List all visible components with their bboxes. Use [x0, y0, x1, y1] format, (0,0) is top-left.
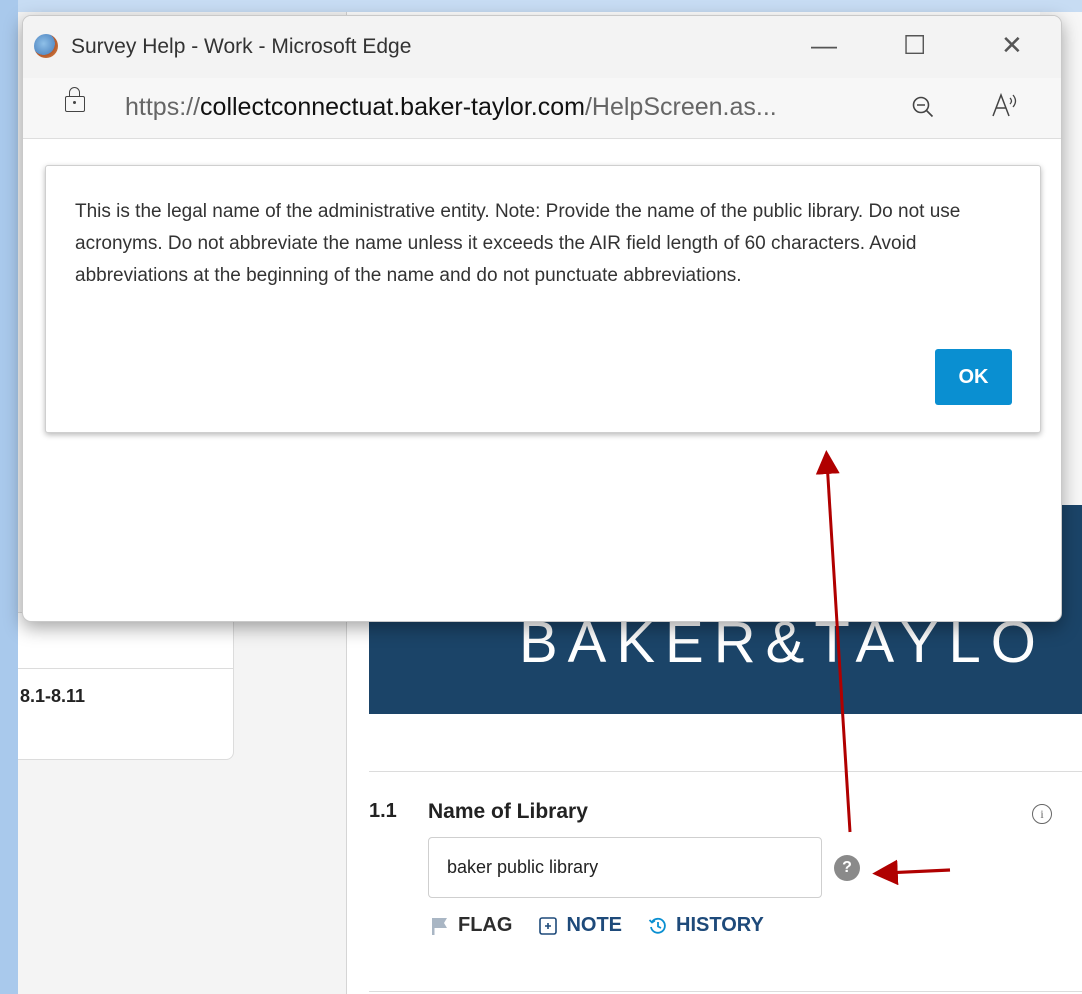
url-host: collectconnectuat.baker-taylor.com [200, 93, 585, 121]
section-divider-bottom [369, 991, 1082, 992]
sidebar-section-label[interactable]: 8.1-8.11 [20, 686, 85, 707]
close-button[interactable]: ✕ [1001, 30, 1023, 61]
info-icon[interactable]: i [1032, 804, 1052, 824]
read-aloud-glyph [992, 92, 1017, 117]
window-title: Survey Help - Work - Microsoft Edge [71, 35, 412, 58]
flag-icon [432, 917, 447, 935]
question-title: Name of Library [428, 800, 588, 823]
section-divider-top [369, 771, 1082, 772]
lock-icon[interactable] [65, 87, 85, 112]
history-icon [648, 917, 666, 934]
read-aloud-icon[interactable] [991, 92, 1021, 125]
note-icon [539, 916, 558, 935]
ok-button[interactable]: OK [935, 349, 1012, 405]
background-window-strip [0, 0, 1082, 12]
zoom-out-glyph [912, 96, 934, 118]
flag-label: FLAG [458, 914, 513, 936]
url-protocol: https:// [125, 93, 201, 121]
url-path: /HelpScreen.as... [584, 93, 777, 121]
background-left-edge [0, 0, 18, 994]
help-message: This is the legal name of the administra… [75, 201, 961, 286]
url-text[interactable]: https://collectconnectuat.baker-taylor.c… [125, 93, 777, 122]
history-label: HISTORY [676, 914, 764, 936]
zoom-out-icon[interactable] [911, 95, 935, 126]
question-actions: FLAG NOTE HISTORY [430, 914, 764, 937]
note-label: NOTE [566, 914, 622, 936]
question-number: 1.1 [369, 800, 397, 822]
help-icon[interactable]: ? [834, 855, 860, 881]
minimize-button[interactable]: — [811, 30, 837, 61]
window-titlebar[interactable]: Survey Help - Work - Microsoft Edge — ☐ … [23, 16, 1061, 78]
help-dialog: This is the legal name of the administra… [45, 165, 1041, 433]
address-bar[interactable]: https://collectconnectuat.baker-taylor.c… [23, 78, 1061, 139]
flag-button[interactable]: FLAG [430, 914, 512, 937]
library-name-input[interactable] [428, 837, 822, 898]
maximize-button[interactable]: ☐ [903, 30, 926, 61]
edge-app-icon [34, 34, 58, 58]
sidebar-card-divider [18, 668, 233, 669]
history-button[interactable]: HISTORY [648, 914, 764, 937]
survey-help-window: Survey Help - Work - Microsoft Edge — ☐ … [22, 15, 1062, 622]
note-button[interactable]: NOTE [538, 914, 622, 937]
annotation-arrow-left [872, 859, 951, 886]
